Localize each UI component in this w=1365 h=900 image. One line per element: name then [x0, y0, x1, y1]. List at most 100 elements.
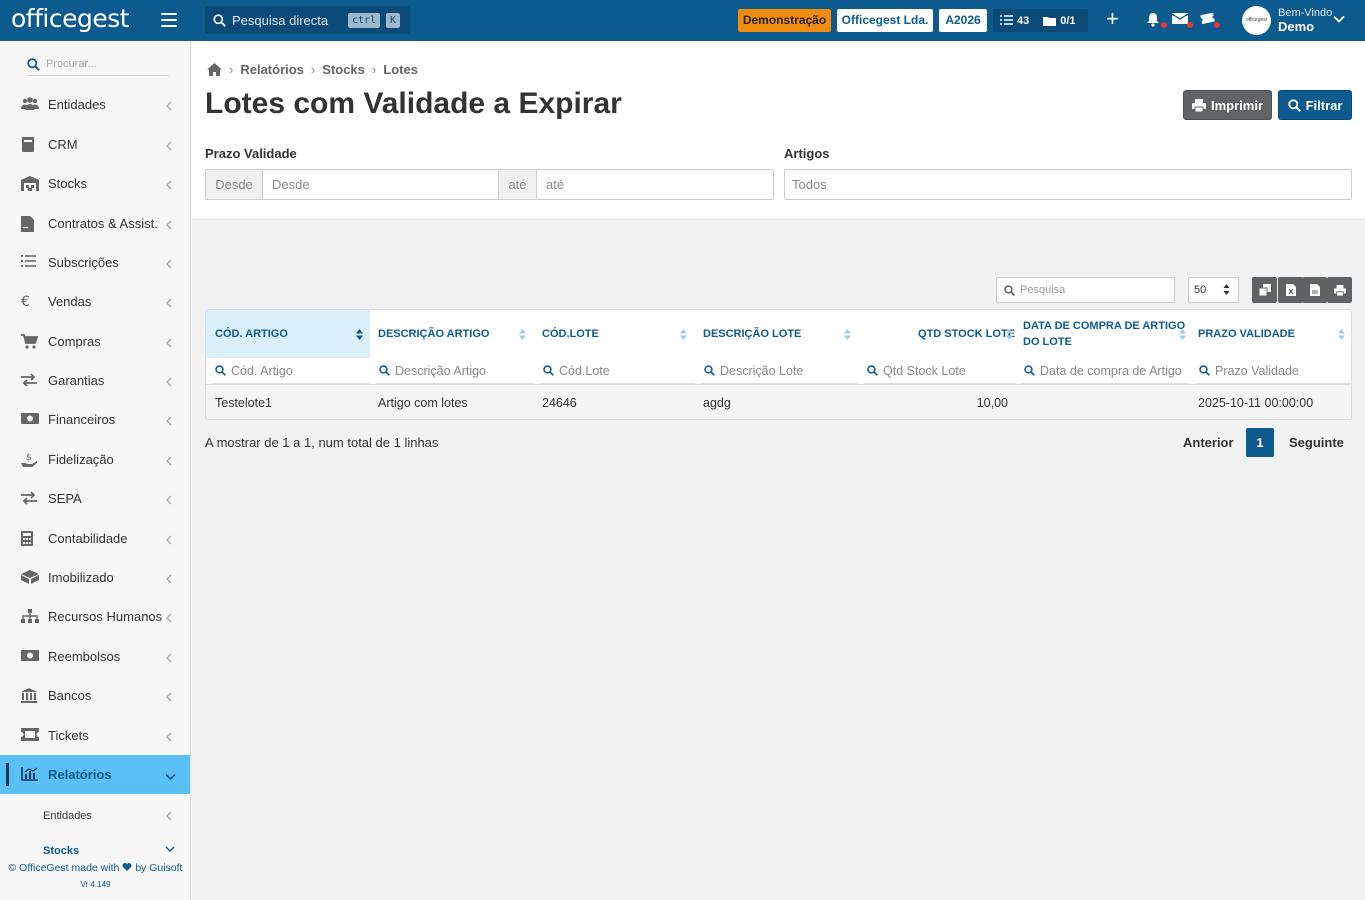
hand-dollar-icon: $ [21, 452, 39, 468]
excel-export-button[interactable] [1278, 277, 1303, 303]
search-icon [1004, 284, 1015, 296]
pagination-page-1[interactable]: 1 [1246, 428, 1274, 457]
column-filter-input[interactable] [1040, 363, 1186, 378]
date-to-input[interactable] [537, 170, 771, 199]
sidebar-item-bancos[interactable]: Bancos [0, 676, 190, 715]
col-header-descricao-artigo[interactable]: DESCRIÇÃO ARTIGO [378, 310, 533, 358]
sidebar-item-fidelizacao[interactable]: $ Fidelização [0, 440, 190, 479]
sidebar-item-tickets[interactable]: Tickets [0, 716, 190, 755]
page-title: Lotes com Validade a Expirar [205, 87, 622, 120]
breadcrumb-stocks[interactable]: Stocks [322, 62, 365, 77]
global-search[interactable]: Pesquisa directa ctrl K [205, 6, 410, 34]
footer-by[interactable]: by Guisoft [135, 862, 182, 874]
file-excel-icon [1285, 284, 1296, 296]
table-row[interactable]: Testelote1 Artigo com lotes 24646 agdg 1… [206, 385, 1351, 419]
user-name[interactable]: Demo [1278, 19, 1314, 34]
ticket-notification-icon[interactable] [1199, 12, 1220, 28]
pagination-previous[interactable]: Anterior [1183, 428, 1234, 457]
files-counter[interactable]: 0/1 [1036, 15, 1082, 27]
sitemap-icon [21, 609, 39, 625]
ticket-icon [21, 728, 39, 744]
sidebar-search-placeholder: Procurar... [46, 58, 97, 70]
sidebar-item-label: Contratos & Assist. [48, 216, 158, 231]
sort-arrows-icon [1179, 329, 1186, 340]
column-filter-input[interactable] [883, 363, 1013, 378]
sidebar-item-reembolsos[interactable]: Reembolsos [0, 637, 190, 676]
chevron-left-icon [165, 730, 172, 745]
money-icon [21, 412, 39, 428]
column-filter-input[interactable] [720, 363, 855, 378]
lots-table: CÓD. ARTIGO DESCRIÇÃO ARTIGO CÓD.LOTE DE… [205, 309, 1352, 420]
column-filter-input[interactable] [1215, 363, 1348, 378]
pagination-next[interactable]: Seguinte [1289, 428, 1344, 457]
sidebar-item-relatorios[interactable]: Relatórios [0, 755, 190, 794]
cell-descricao-lote: agdg [703, 396, 731, 410]
table-search[interactable] [996, 277, 1175, 303]
home-icon[interactable] [207, 63, 222, 76]
pdf-export-button[interactable] [1302, 277, 1327, 303]
col-header-descricao-lote[interactable]: DESCRIÇÃO LOTE [703, 310, 853, 358]
mail-icon[interactable] [1171, 12, 1193, 28]
sidebar-item-subscricoes[interactable]: Subscrições [0, 243, 190, 282]
sidebar-item-sepa[interactable]: SEPA [0, 479, 190, 518]
table-search-input[interactable] [1020, 284, 1165, 296]
chevron-left-icon [166, 811, 172, 821]
search-icon [27, 57, 40, 71]
sidebar-item-label: Contabilidade [48, 531, 128, 546]
version: Vr 4.149 [80, 880, 111, 889]
company-badge[interactable]: Officegest Lda. [837, 9, 933, 32]
col-header-prazo-validade[interactable]: PRAZO VALIDADE [1198, 310, 1350, 358]
year-badge[interactable]: A2026 [939, 9, 987, 32]
col-header-cod-lote[interactable]: CÓD.LOTE [542, 310, 690, 358]
column-filter-input[interactable] [231, 363, 367, 378]
page-length-select[interactable]: 50 [1188, 277, 1239, 303]
list-icon [21, 255, 39, 271]
chevron-down-icon[interactable] [1333, 15, 1345, 24]
footer-credits: © OfficeGest made with by Guisoft [0, 862, 190, 874]
col-header-qtd-stock-lote[interactable]: QTD STOCK LOTE [866, 310, 1015, 358]
chevron-right-icon: › [310, 62, 316, 77]
avatar[interactable]: officegest [1242, 6, 1271, 35]
col-header-cod-artigo[interactable]: CÓD. ARTIGO [206, 310, 370, 358]
sidebar-item-vendas[interactable]: € Vendas [0, 282, 190, 321]
filter-button-label: Filtrar [1305, 97, 1343, 113]
add-icon[interactable]: + [1106, 8, 1119, 30]
column-filter-input[interactable] [559, 363, 692, 378]
menu-toggle-icon[interactable] [161, 13, 177, 27]
tasks-counter[interactable]: 43 [993, 15, 1036, 27]
sidebar-item-contratos-assist[interactable]: Contratos & Assist. [0, 204, 190, 243]
warehouse-icon [21, 176, 39, 192]
demo-badge[interactable]: Demonstração [738, 9, 831, 32]
filter-button[interactable]: Filtrar [1278, 90, 1352, 120]
sidebar-item-entidades[interactable]: Entidades [0, 85, 190, 124]
sidebar-item-financeiros[interactable]: Financeiros [0, 400, 190, 439]
chevron-left-icon [165, 414, 172, 429]
sidebar-item-contabilidade[interactable]: Contabilidade [0, 519, 190, 558]
print-button[interactable]: Imprimir [1183, 90, 1272, 120]
sort-arrows-icon [1006, 329, 1013, 340]
breadcrumb-relatorios[interactable]: Relatórios [240, 62, 304, 77]
search-icon [1196, 363, 1210, 379]
sidebar-subitem-entidades[interactable]: Entidades [0, 797, 190, 837]
col-header-data-compra[interactable]: DATA DE COMPRA DE ARTIGO DO LOTE [1023, 310, 1189, 358]
date-from-input[interactable] [263, 170, 499, 199]
sidebar-item-label: Financeiros [48, 412, 116, 427]
sidebar-item-compras[interactable]: Compras [0, 322, 190, 361]
breadcrumb-lotes[interactable]: Lotes [383, 62, 418, 77]
print-button-label: Imprimir [1210, 97, 1263, 113]
articles-input[interactable] [785, 170, 1349, 199]
copy-button[interactable] [1252, 277, 1277, 303]
table-print-button[interactable] [1327, 277, 1352, 303]
col-header-label: DESCRIÇÃO LOTE [703, 328, 802, 340]
chevron-left-icon [165, 454, 172, 469]
bell-icon[interactable] [1146, 12, 1167, 28]
sidebar-item-recursos-humanos[interactable]: Recursos Humanos [0, 597, 190, 636]
sidebar-item-imobilizado[interactable]: Imobilizado [0, 558, 190, 597]
sidebar-item-garantias[interactable]: Garantias [0, 361, 190, 400]
sidebar-item-label: Stocks [48, 176, 88, 191]
sidebar-search[interactable]: Procurar... [27, 53, 169, 76]
logo[interactable]: officegest [11, 4, 130, 33]
sidebar-item-stocks[interactable]: Stocks [0, 164, 190, 203]
sidebar-item-crm[interactable]: CRM [0, 125, 190, 164]
column-filter-input[interactable] [395, 363, 531, 378]
